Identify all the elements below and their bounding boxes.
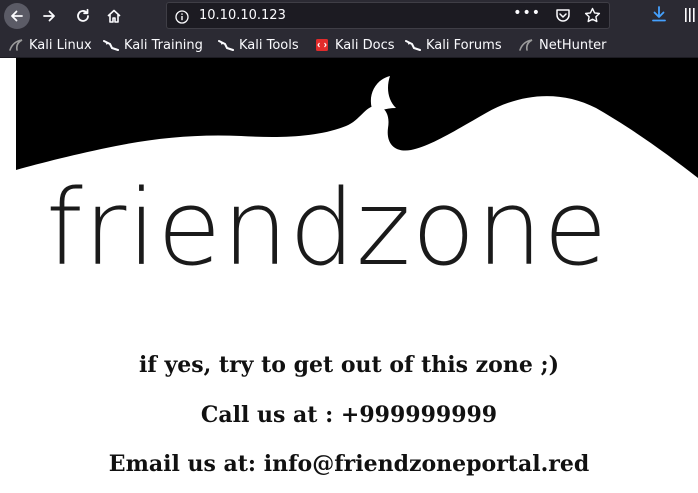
page-actions-menu-icon[interactable]: •••: [513, 5, 541, 21]
url-text[interactable]: 10.10.10.123: [199, 8, 286, 23]
hero-banner-image: friendzone: [16, 58, 698, 332]
arrow-right-icon: [43, 10, 55, 22]
contact-phone-text: Call us at : +999999999: [200, 402, 498, 428]
nethunter-icon: [518, 37, 534, 53]
bookmark-kali-training[interactable]: Kali Training: [103, 36, 203, 54]
arrow-left-icon: [11, 10, 23, 22]
library-icon[interactable]: [684, 6, 698, 28]
tagline-text: if yes, try to get out of this zone ;): [138, 352, 560, 378]
friendzone-logo-text: friendzone: [46, 167, 609, 289]
kali-dragon-icon: [8, 37, 24, 53]
bookmark-label: Kali Forums: [426, 37, 502, 53]
home-icon: [107, 9, 121, 23]
bookmark-nethunter[interactable]: NetHunter: [518, 36, 607, 54]
browser-toolbar: 10.10.10.123 •••: [0, 0, 698, 32]
bookmark-kali-tools[interactable]: Kali Tools: [218, 36, 299, 54]
contact-email-text: Email us at: info@friendzoneportal.red: [108, 451, 590, 477]
reload-button[interactable]: [70, 3, 96, 29]
bookmark-label: Kali Tools: [239, 37, 299, 53]
kali-dragon-icon: [405, 37, 421, 53]
url-bar[interactable]: 10.10.10.123 •••: [166, 2, 610, 29]
bookmark-label: Kali Linux: [29, 37, 92, 53]
bookmark-label: NetHunter: [539, 37, 607, 53]
bookmark-kali-docs[interactable]: Kali Docs: [314, 36, 395, 54]
bookmark-star-icon[interactable]: [584, 7, 601, 28]
kali-dragon-icon: [218, 37, 234, 53]
pocket-icon[interactable]: [555, 8, 571, 27]
reload-icon: [77, 8, 89, 22]
home-button[interactable]: [101, 3, 127, 29]
bookmark-label: Kali Training: [124, 37, 203, 53]
back-button[interactable]: [4, 3, 30, 29]
downloads-icon[interactable]: [651, 5, 667, 27]
bookmark-kali-linux[interactable]: Kali Linux: [8, 36, 92, 54]
kali-dragon-icon: [103, 37, 119, 53]
bookmark-label: Kali Docs: [335, 37, 395, 53]
forward-button[interactable]: [36, 3, 62, 29]
kali-docs-icon: [314, 37, 330, 53]
bookmarks-toolbar: Kali Linux Kali Training Kali Tools Kali…: [0, 32, 698, 58]
bookmark-kali-forums[interactable]: Kali Forums: [405, 36, 502, 54]
info-icon[interactable]: [175, 9, 189, 28]
